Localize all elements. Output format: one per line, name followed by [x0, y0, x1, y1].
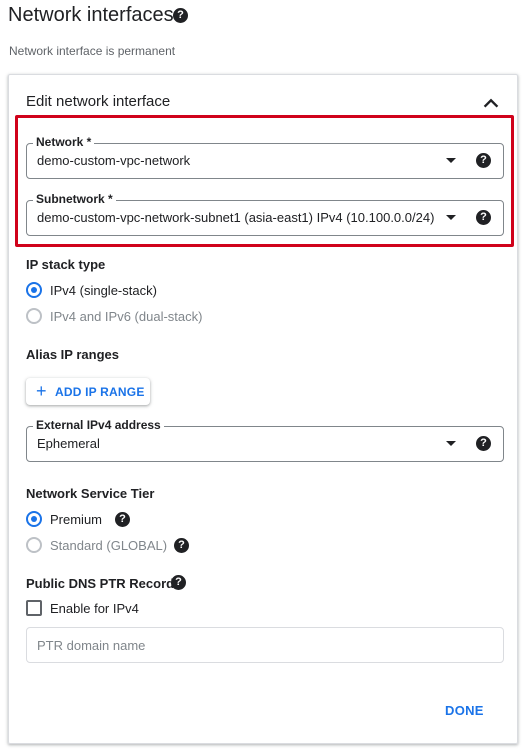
radio-label-standard: Standard (GLOBAL): [50, 538, 168, 553]
help-icon[interactable]: ?: [173, 8, 188, 23]
network-label: Network *: [33, 135, 95, 149]
ip-stack-label: IP stack type: [26, 257, 106, 272]
radio-label-ipv4-single: IPv4 (single-stack): [50, 283, 157, 298]
help-icon[interactable]: ?: [476, 210, 491, 225]
external-ip-label: External IPv4 address: [33, 418, 164, 432]
subnetwork-value: demo-custom-vpc-network-subnet1 (asia-ea…: [37, 210, 435, 225]
section-title: Edit network interface: [26, 93, 171, 110]
page-title: Network interfaces: [8, 4, 174, 26]
dropdown-arrow-icon[interactable]: [446, 441, 456, 446]
help-icon[interactable]: ?: [115, 512, 130, 527]
done-button[interactable]: DONE: [445, 703, 484, 718]
radio-ipv4-dual[interactable]: [26, 308, 42, 324]
enable-ipv4-checkbox[interactable]: [26, 600, 42, 616]
dropdown-arrow-icon[interactable]: [446, 215, 456, 220]
subnetwork-label: Subnetwork *: [33, 192, 116, 206]
external-ip-value: Ephemeral: [37, 436, 100, 451]
dns-ptr-label: Public DNS PTR Record: [26, 576, 175, 591]
network-tier-label: Network Service Tier: [26, 486, 155, 501]
page-subtitle: Network interface is permanent: [9, 44, 176, 58]
network-value: demo-custom-vpc-network: [37, 153, 191, 168]
help-icon[interactable]: ?: [476, 153, 491, 168]
enable-ipv4-label: Enable for IPv4: [50, 601, 139, 616]
radio-standard[interactable]: [26, 537, 42, 553]
ptr-domain-input[interactable]: [26, 627, 504, 663]
chevron-up-icon[interactable]: [480, 92, 502, 114]
alias-ip-label: Alias IP ranges: [26, 347, 119, 362]
subnetwork-select[interactable]: Subnetwork * demo-custom-vpc-network-sub…: [26, 192, 504, 236]
dropdown-arrow-icon[interactable]: [446, 158, 456, 163]
help-icon[interactable]: ?: [476, 436, 491, 451]
help-icon[interactable]: ?: [174, 538, 189, 553]
plus-icon: +: [36, 381, 47, 401]
network-select[interactable]: Network * demo-custom-vpc-network ?: [26, 135, 504, 179]
radio-ipv4-single[interactable]: [26, 282, 42, 298]
radio-label-ipv4-dual: IPv4 and IPv6 (dual-stack): [50, 309, 203, 324]
add-ip-range-label: ADD IP RANGE: [55, 385, 145, 399]
help-icon[interactable]: ?: [171, 575, 186, 590]
radio-label-premium: Premium: [50, 512, 103, 527]
add-ip-range-button[interactable]: + ADD IP RANGE: [26, 378, 150, 405]
radio-premium[interactable]: [26, 511, 42, 527]
external-ip-select[interactable]: External IPv4 address Ephemeral ?: [26, 418, 504, 462]
